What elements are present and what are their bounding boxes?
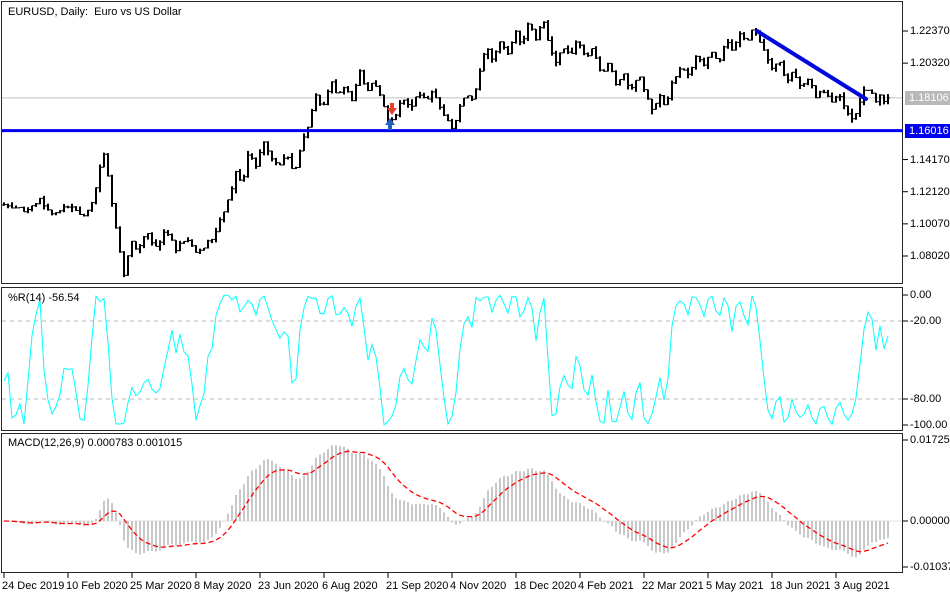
chart-window: EURUSD, Daily: Euro vs US Dollar %R(14) … <box>0 0 950 600</box>
descending-trendline[interactable] <box>757 31 866 99</box>
macd-histogram-series <box>4 445 888 557</box>
wpr-line-series <box>4 295 888 425</box>
price-ohlc-bars <box>4 20 888 277</box>
price-open-close-ticks <box>2 22 890 275</box>
chart-plot-canvas <box>0 0 950 600</box>
